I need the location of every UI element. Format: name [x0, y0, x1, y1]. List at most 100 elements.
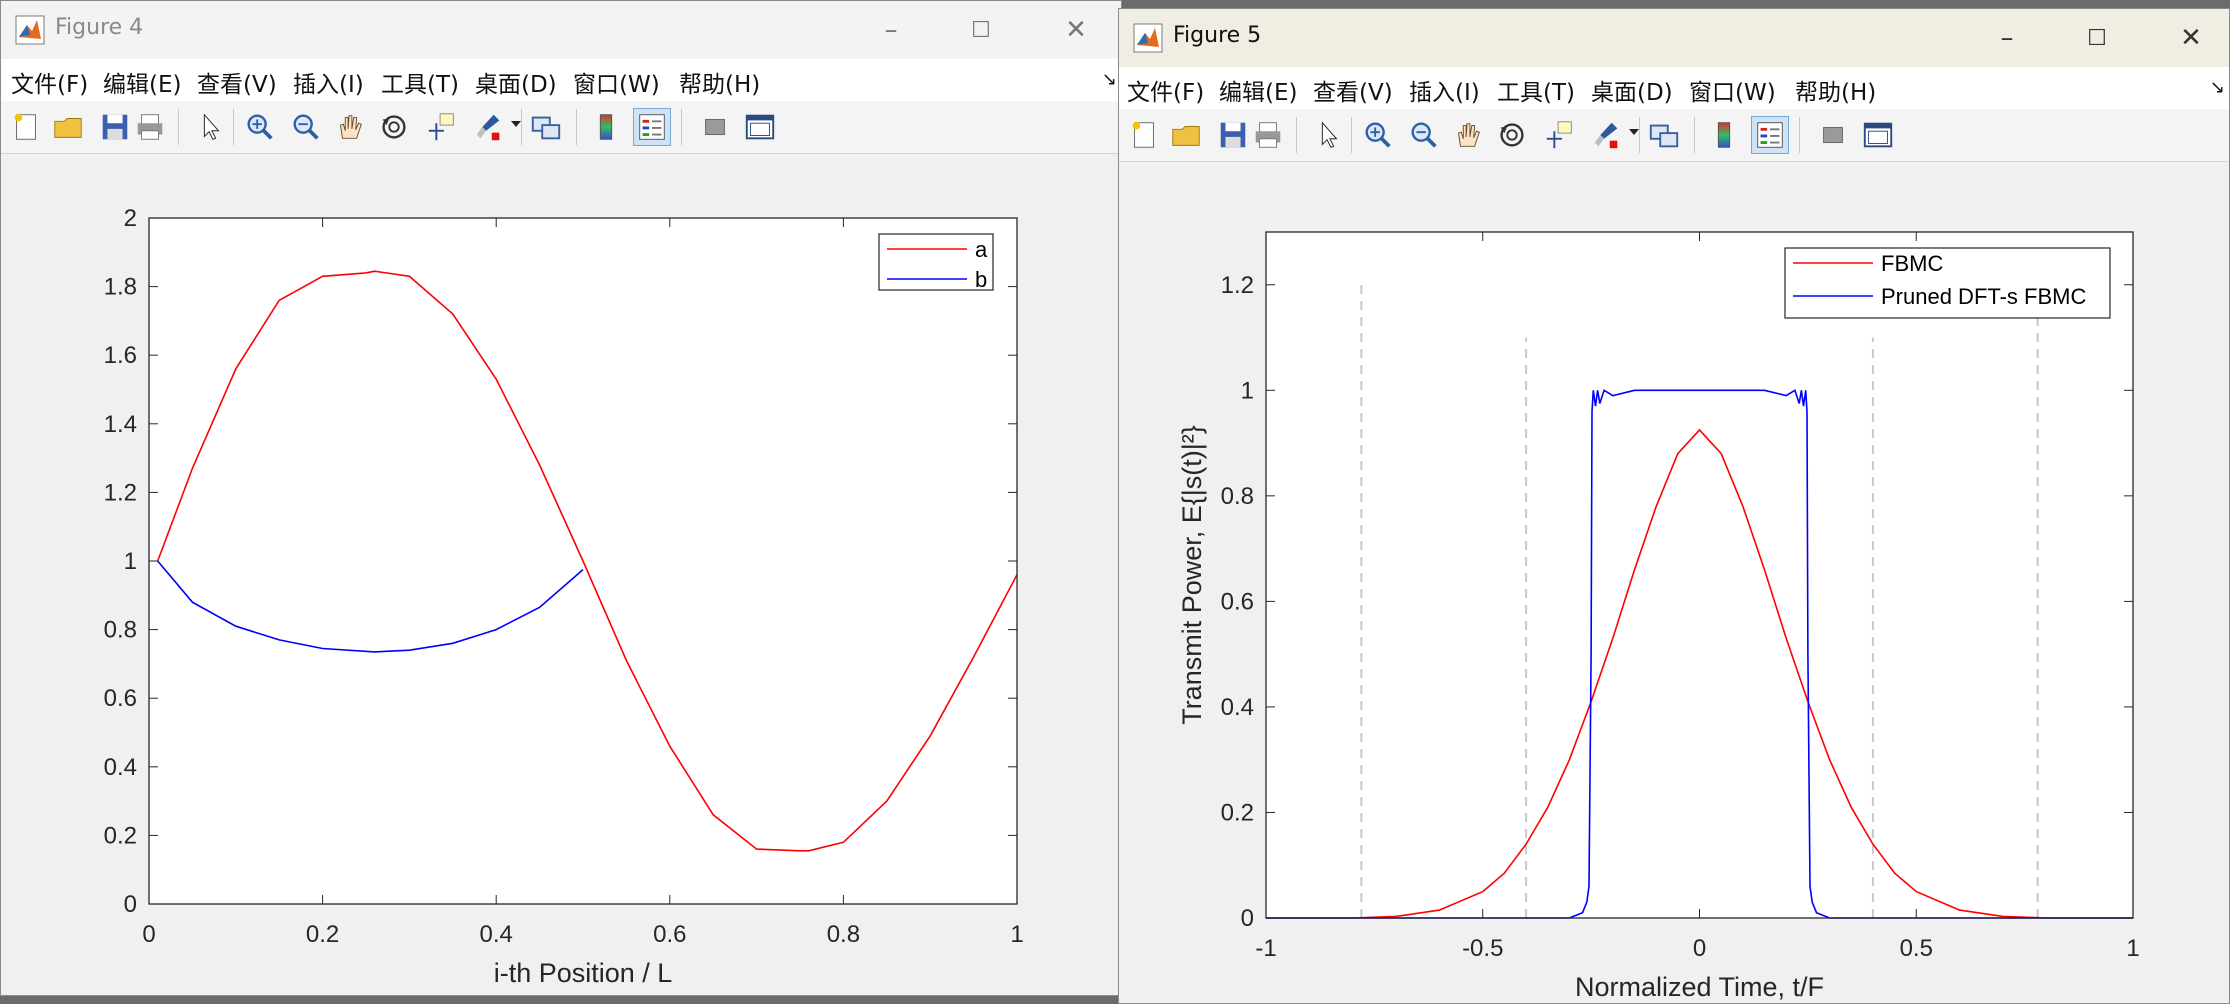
menu-insert[interactable]: 插入(I) — [1409, 73, 1480, 107]
menu-file[interactable]: 文件(F) — [1127, 73, 1204, 107]
menu-view[interactable]: 查看(V) — [197, 65, 277, 99]
link-plot-button[interactable] — [1645, 116, 1683, 154]
colorbar-icon — [599, 114, 613, 140]
zoom-in-icon — [1365, 122, 1391, 148]
x-tick-label: 0.4 — [480, 921, 513, 948]
y-tick-label: 0 — [1241, 905, 1254, 932]
new-figure-button[interactable] — [7, 108, 45, 146]
x-tick-label: 0.8 — [827, 921, 860, 948]
menu-file[interactable]: 文件(F) — [11, 65, 88, 99]
menu-tools[interactable]: 工具(T) — [381, 65, 459, 99]
x-tick-label: -0.5 — [1462, 935, 1503, 962]
colorbar-button[interactable] — [1705, 116, 1743, 154]
link-plot-icon — [531, 116, 561, 140]
zoom-out-button[interactable] — [287, 108, 325, 146]
x-tick-label: 0.2 — [306, 921, 339, 948]
maximize-button[interactable]: ☐ — [961, 11, 1001, 49]
menu-insert[interactable]: 插入(I) — [293, 65, 364, 99]
colorbar-button[interactable] — [587, 108, 625, 146]
zoom-out-icon — [293, 114, 319, 140]
menu-tools[interactable]: 工具(T) — [1497, 73, 1575, 107]
menu-desktop[interactable]: 桌面(D) — [1591, 73, 1673, 107]
x-tick-label: -1 — [1255, 935, 1276, 962]
title-bar[interactable]: Figure 4 – ☐ ✕ — [1, 1, 1121, 59]
show-plot-tools-button[interactable] — [1859, 116, 1897, 154]
menu-edit[interactable]: 编辑(E) — [1219, 73, 1297, 107]
new-figure-button[interactable] — [1125, 116, 1163, 154]
print-button[interactable] — [131, 108, 169, 146]
brush-button[interactable] — [1587, 116, 1625, 154]
print-icon — [1255, 122, 1281, 148]
chart-figure-4[interactable]: 0 0.2 0.4 0.6 0.8 1 0 0.2 0.4 0.6 0.8 1 1.2 1.4 1.6 1.8… — [1, 154, 1122, 996]
minimize-button[interactable]: – — [871, 11, 911, 49]
x-tick-label: 0 — [142, 921, 155, 948]
y-tick-label: 2 — [124, 205, 137, 232]
legend-button[interactable] — [1751, 116, 1789, 154]
open-file-icon — [1172, 126, 1200, 146]
data-cursor-icon — [428, 113, 454, 141]
menu-view[interactable]: 查看(V) — [1313, 73, 1393, 107]
zoom-out-button[interactable] — [1405, 116, 1443, 154]
open-file-button[interactable] — [1167, 116, 1205, 154]
chevron-down-icon[interactable] — [511, 121, 521, 127]
x-tick-label: 0.5 — [1900, 935, 1933, 962]
pan-button[interactable] — [1449, 116, 1487, 154]
link-plot-button[interactable] — [527, 108, 565, 146]
pointer-button[interactable] — [1309, 116, 1347, 154]
data-cursor-button[interactable] — [1541, 116, 1579, 154]
figure-4-window[interactable]: Figure 4 – ☐ ✕ 文件(F) 编辑(E) 查看(V) 插入(I) 工… — [0, 0, 1122, 996]
save-button[interactable] — [1214, 116, 1252, 154]
y-tick-label: 1.2 — [104, 479, 137, 506]
figure-canvas[interactable]: -1 -0.5 0 0.5 1 0 0.2 0.4 0.6 0.8 1 1.2 Normalized T… — [1119, 162, 2229, 1003]
pointer-button[interactable] — [191, 108, 229, 146]
data-cursor-button[interactable] — [423, 108, 461, 146]
menu-bar: 文件(F) 编辑(E) 查看(V) 插入(I) 工具(T) 桌面(D) 窗口(W… — [1119, 67, 2229, 109]
close-button[interactable]: ✕ — [1056, 11, 1096, 49]
menu-edit[interactable]: 编辑(E) — [103, 65, 181, 99]
figure-5-window[interactable]: Figure 5 – ☐ ✕ 文件(F) 编辑(E) 查看(V) 插入(I) 工… — [1118, 8, 2230, 1004]
pan-icon — [1458, 123, 1480, 147]
menu-overflow-icon[interactable]: ↘ — [1102, 69, 1117, 90]
title-bar[interactable]: Figure 5 – ☐ ✕ — [1119, 9, 2229, 67]
menu-window[interactable]: 窗口(W) — [573, 65, 660, 99]
save-button[interactable] — [96, 108, 134, 146]
chevron-down-icon[interactable] — [1629, 129, 1639, 135]
close-button[interactable]: ✕ — [2171, 19, 2211, 57]
window-title: Figure 4 — [55, 15, 144, 40]
toolbar-separator — [521, 109, 522, 145]
hide-plot-tools-button[interactable] — [696, 108, 734, 146]
print-button[interactable] — [1249, 116, 1287, 154]
menu-help[interactable]: 帮助(H) — [1795, 73, 1876, 107]
zoom-in-button[interactable] — [241, 108, 279, 146]
minimize-button[interactable]: – — [1987, 19, 2027, 57]
figure-toolbar — [1, 101, 1121, 154]
show-plot-tools-button[interactable] — [741, 108, 779, 146]
brush-button[interactable] — [469, 108, 507, 146]
rotate-3d-button[interactable] — [375, 108, 413, 146]
legend-button[interactable] — [633, 108, 671, 146]
pan-button[interactable] — [331, 108, 369, 146]
zoom-in-button[interactable] — [1359, 116, 1397, 154]
menu-desktop[interactable]: 桌面(D) — [475, 65, 557, 99]
chart-figure-5[interactable]: -1 -0.5 0 0.5 1 0 0.2 0.4 0.6 0.8 1 1.2 Normalized T… — [1119, 162, 2230, 1004]
legend-icon — [1757, 122, 1783, 148]
maximize-button[interactable]: ☐ — [2077, 19, 2117, 57]
rotate-3d-button[interactable] — [1493, 116, 1531, 154]
y-tick-label: 1 — [124, 548, 137, 575]
new-figure-icon — [14, 113, 36, 140]
y-tick-label: 0.2 — [104, 822, 137, 849]
toolbar-separator — [681, 109, 682, 145]
matlab-logo-icon — [1133, 23, 1163, 53]
y-tick-label: 1.6 — [104, 342, 137, 369]
toolbar-separator — [233, 109, 234, 145]
menu-window[interactable]: 窗口(W) — [1689, 73, 1776, 107]
show-plot-tools-icon — [745, 114, 775, 140]
hide-plot-tools-button[interactable] — [1814, 116, 1852, 154]
colorbar-icon — [1717, 122, 1731, 148]
legend-label: FBMC — [1881, 251, 1943, 276]
figure-canvas[interactable]: 0 0.2 0.4 0.6 0.8 1 0 0.2 0.4 0.6 0.8 1 1.2 1.4 1.6 1.8… — [1, 154, 1121, 995]
menu-help[interactable]: 帮助(H) — [679, 65, 760, 99]
open-file-button[interactable] — [49, 108, 87, 146]
menu-overflow-icon[interactable]: ↘ — [2210, 77, 2225, 98]
y-tick-label: 0.6 — [1221, 588, 1254, 615]
